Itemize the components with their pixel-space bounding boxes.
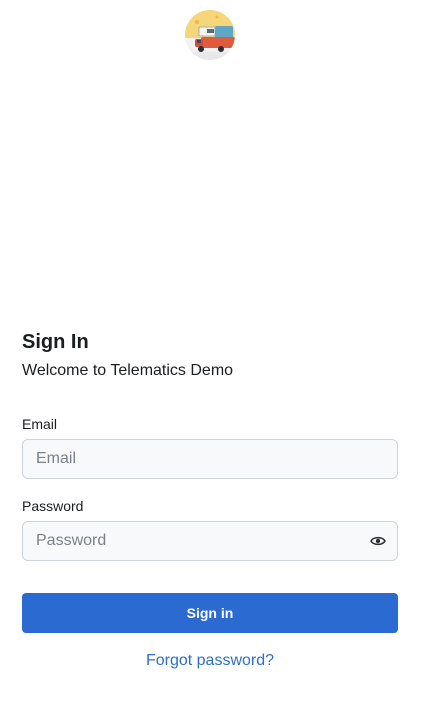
page-subtitle: Welcome to Telematics Demo [22, 362, 234, 379]
sign-in-form: Sign In Welcome to Telematics Demo Email… [22, 328, 398, 669]
sign-in-button[interactable]: Sign in [22, 593, 398, 633]
forgot-password-link[interactable]: Forgot password? [22, 652, 398, 670]
password-field-wrapper [22, 521, 398, 561]
eye-icon[interactable] [370, 534, 386, 548]
page-title: Sign In [22, 331, 89, 353]
password-field[interactable] [23, 522, 397, 560]
email-label: Email [22, 416, 58, 432]
password-label: Password [22, 498, 84, 514]
email-field[interactable] [23, 440, 397, 478]
truck-logo-icon [185, 10, 235, 60]
email-field-wrapper [22, 439, 398, 479]
